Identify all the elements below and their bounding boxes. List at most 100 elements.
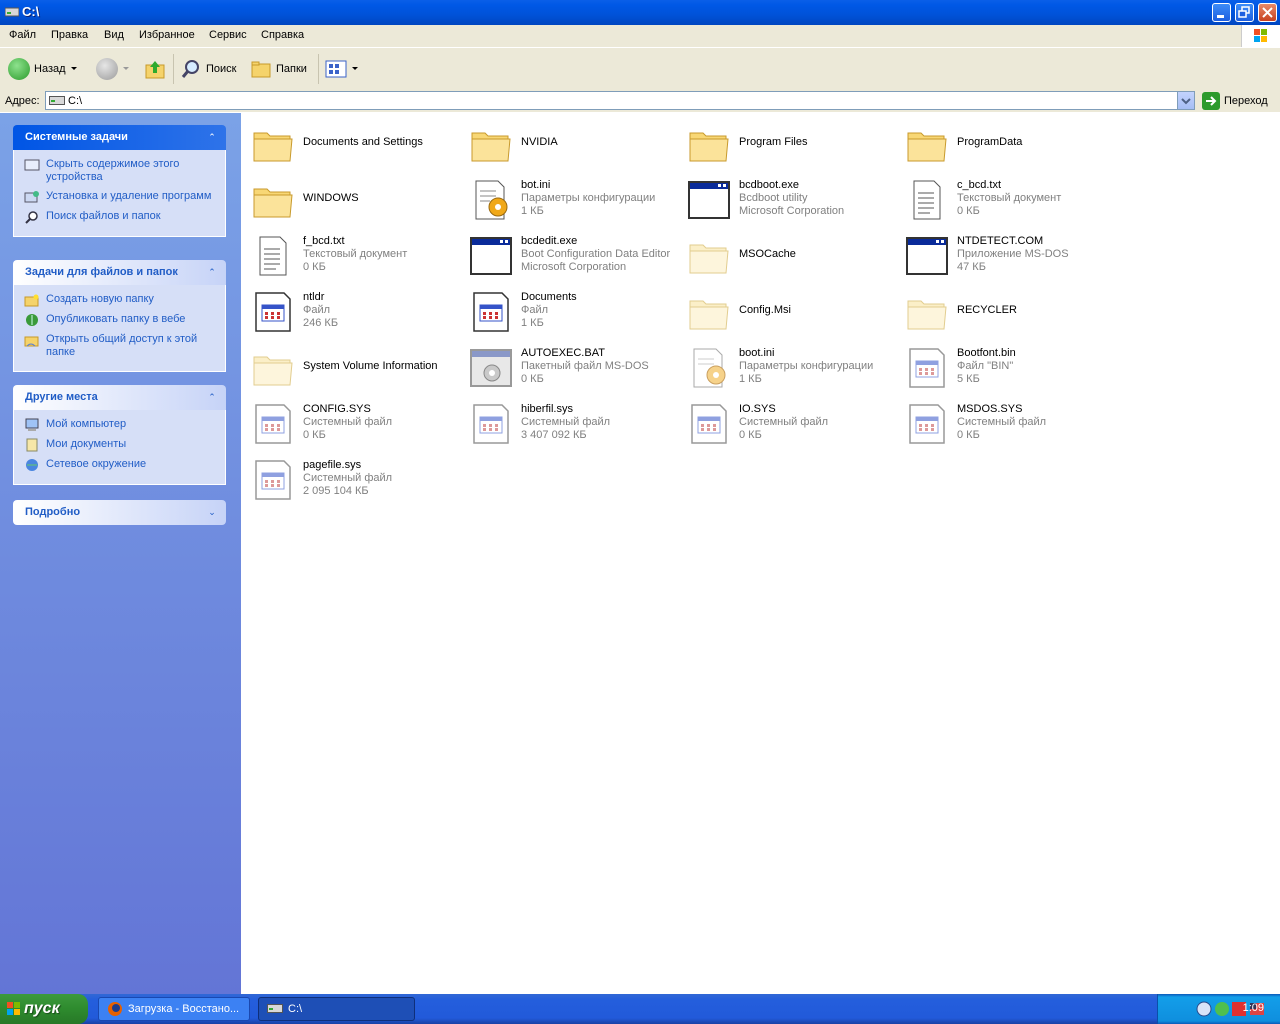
file-text: bcdedit.exe Boot Configuration Data Edito… bbox=[521, 235, 670, 274]
hide-drive-contents-link[interactable]: Скрыть содержимое этого устройства bbox=[24, 158, 217, 184]
file-item[interactable]: ntldr Файл 246 КБ bbox=[246, 285, 462, 337]
file-text: boot.ini Параметры конфигурации 1 КБ bbox=[739, 347, 873, 386]
forward-arrow-icon bbox=[96, 58, 118, 80]
add-remove-programs-link[interactable]: Установка и удаление программ bbox=[24, 190, 217, 204]
folders-icon bbox=[251, 61, 271, 78]
file-size: 47 КБ bbox=[957, 261, 986, 273]
folder-up-icon bbox=[145, 61, 165, 79]
file-item[interactable]: WINDOWS bbox=[246, 173, 462, 225]
file-text: Config.Msi bbox=[739, 304, 791, 317]
minimize-button[interactable] bbox=[1212, 3, 1231, 22]
folder-icon bbox=[252, 123, 294, 165]
file-item[interactable]: c_bcd.txt Текстовый документ 0 КБ bbox=[900, 173, 1116, 225]
other-places-header[interactable]: Другие места ⌃ bbox=[13, 385, 226, 410]
file-item[interactable]: Program Files bbox=[682, 117, 898, 169]
file-size: 5 КБ bbox=[957, 373, 980, 385]
file-text: pagefile.sys Системный файл 2 095 104 КБ bbox=[303, 459, 392, 498]
file-item[interactable]: Documents Файл 1 КБ bbox=[464, 285, 680, 337]
search-button[interactable]: Поиск bbox=[180, 56, 236, 82]
file-item[interactable]: bot.ini Параметры конфигурации 1 КБ bbox=[464, 173, 680, 225]
file-name: Documents bbox=[521, 291, 577, 303]
my-documents-link[interactable]: Мои документы bbox=[24, 438, 217, 452]
folders-button[interactable]: Папки bbox=[250, 56, 307, 82]
menu-help[interactable]: Справка bbox=[261, 29, 304, 41]
file-view[interactable]: Documents and Settings NVIDIA Program File… bbox=[241, 112, 1280, 994]
file-item[interactable]: RECYCLER bbox=[900, 285, 1116, 337]
taskbar-explorer[interactable]: C:\ bbox=[258, 997, 415, 1021]
file-item[interactable]: IO.SYS Системный файл 0 КБ bbox=[682, 397, 898, 449]
menu-edit[interactable]: Правка bbox=[51, 29, 88, 41]
share-folder-link[interactable]: Открыть общий доступ к этой папке bbox=[24, 333, 217, 359]
file-name: c_bcd.txt bbox=[957, 179, 1002, 191]
menu-file[interactable]: Файл bbox=[9, 29, 36, 41]
file-item[interactable]: AUTOEXEC.BAT Пакетный файл MS-DOS 0 КБ bbox=[464, 341, 680, 393]
file-item[interactable]: bcdedit.exe Boot Configuration Data Edito… bbox=[464, 229, 680, 281]
menu-favorites[interactable]: Избранное bbox=[139, 29, 195, 41]
file-text: AUTOEXEC.BAT Пакетный файл MS-DOS 0 КБ bbox=[521, 347, 649, 386]
file-item[interactable]: MSOCache bbox=[682, 229, 898, 281]
publish-folder-link[interactable]: Опубликовать папку в вебе bbox=[24, 313, 217, 327]
toolbar-separator bbox=[173, 54, 174, 84]
menu-bar: Файл Правка Вид Избранное Сервис Справка bbox=[0, 25, 1280, 48]
folder-icon bbox=[688, 291, 730, 333]
views-button[interactable] bbox=[325, 56, 359, 82]
file-text: ntldr Файл 246 КБ bbox=[303, 291, 338, 330]
file-item[interactable]: CONFIG.SYS Системный файл 0 КБ bbox=[246, 397, 462, 449]
go-button[interactable]: Переход bbox=[1202, 92, 1268, 110]
file-item[interactable]: NTDETECT.COM Приложение MS-DOS 47 КБ bbox=[900, 229, 1116, 281]
collapse-icon[interactable]: ⌃ bbox=[206, 391, 218, 403]
file-item[interactable]: bcdboot.exe Bcdboot utility Microsoft Corp… bbox=[682, 173, 898, 225]
menu-view[interactable]: Вид bbox=[104, 29, 124, 41]
file-type: Текстовый документ bbox=[957, 192, 1062, 204]
drive-icon bbox=[5, 7, 19, 17]
file-item[interactable]: hiberfil.sys Системный файл 3 407 092 КБ bbox=[464, 397, 680, 449]
network-icon bbox=[26, 459, 38, 471]
start-button[interactable]: пуск bbox=[0, 994, 88, 1024]
forward-button[interactable] bbox=[96, 56, 130, 82]
close-button[interactable] bbox=[1258, 3, 1277, 22]
file-item[interactable]: pagefile.sys Системный файл 2 095 104 КБ bbox=[246, 453, 462, 505]
file-item[interactable]: Documents and Settings bbox=[246, 117, 462, 169]
network-places-link[interactable]: Сетевое окружение bbox=[24, 458, 217, 472]
file-item[interactable]: boot.ini Параметры конфигурации 1 КБ bbox=[682, 341, 898, 393]
my-computer-link[interactable]: Мой компьютер bbox=[24, 418, 217, 432]
file-item[interactable]: Bootfont.bin Файл "BIN" 5 КБ bbox=[900, 341, 1116, 393]
file-item[interactable]: MSDOS.SYS Системный файл 0 КБ bbox=[900, 397, 1116, 449]
file-size: 1 КБ bbox=[521, 205, 544, 217]
file-text: bot.ini Параметры конфигурации 1 КБ bbox=[521, 179, 655, 218]
address-value: C:\ bbox=[68, 95, 83, 107]
system-tasks-panel: Системные задачи ⌃ Скрыть содержимое это… bbox=[13, 125, 226, 237]
file-tasks-header[interactable]: Задачи для файлов и папок ⌃ bbox=[13, 260, 226, 285]
go-label: Переход bbox=[1224, 95, 1268, 107]
title-bar[interactable]: C:\ bbox=[0, 0, 1280, 25]
search-files-link[interactable]: Поиск файлов и папок bbox=[24, 210, 217, 224]
toolbar: Назад Поиск Папки bbox=[0, 48, 1280, 91]
collapse-icon[interactable]: ⌃ bbox=[206, 266, 218, 278]
address-dropdown-button[interactable] bbox=[1177, 92, 1194, 109]
create-folder-link[interactable]: Создать новую папку bbox=[24, 293, 217, 307]
address-input[interactable]: C:\ bbox=[45, 91, 1195, 110]
menu-tools[interactable]: Сервис bbox=[209, 29, 247, 41]
file-text: MSOCache bbox=[739, 248, 796, 261]
hide-contents-icon bbox=[24, 159, 40, 171]
collapse-icon[interactable]: ⌃ bbox=[206, 131, 218, 143]
file-tasks-panel: Задачи для файлов и папок ⌃ Создать нову… bbox=[13, 260, 226, 372]
file-item[interactable]: NVIDIA bbox=[464, 117, 680, 169]
file-item[interactable]: System Volume Information bbox=[246, 341, 462, 393]
system-tasks-header[interactable]: Системные задачи ⌃ bbox=[13, 125, 226, 150]
file-name: Bootfont.bin bbox=[957, 347, 1016, 359]
file-item[interactable]: ProgramData bbox=[900, 117, 1116, 169]
expand-icon[interactable]: ⌄ bbox=[206, 506, 218, 518]
up-button[interactable] bbox=[144, 56, 166, 82]
file-item[interactable]: Config.Msi bbox=[682, 285, 898, 337]
restore-button[interactable] bbox=[1235, 3, 1254, 22]
back-label: Назад bbox=[34, 63, 66, 75]
file-tasks-title: Задачи для файлов и папок bbox=[25, 266, 178, 278]
bat-icon bbox=[470, 347, 512, 389]
file-item[interactable]: f_bcd.txt Текстовый документ 0 КБ bbox=[246, 229, 462, 281]
taskbar-firefox[interactable]: Загрузка - Восстано... bbox=[98, 997, 250, 1021]
file-size: 0 КБ bbox=[303, 261, 326, 273]
file-size: Microsoft Corporation bbox=[521, 261, 627, 273]
details-header[interactable]: Подробно ⌄ bbox=[13, 500, 226, 525]
back-button[interactable]: Назад bbox=[8, 56, 78, 82]
